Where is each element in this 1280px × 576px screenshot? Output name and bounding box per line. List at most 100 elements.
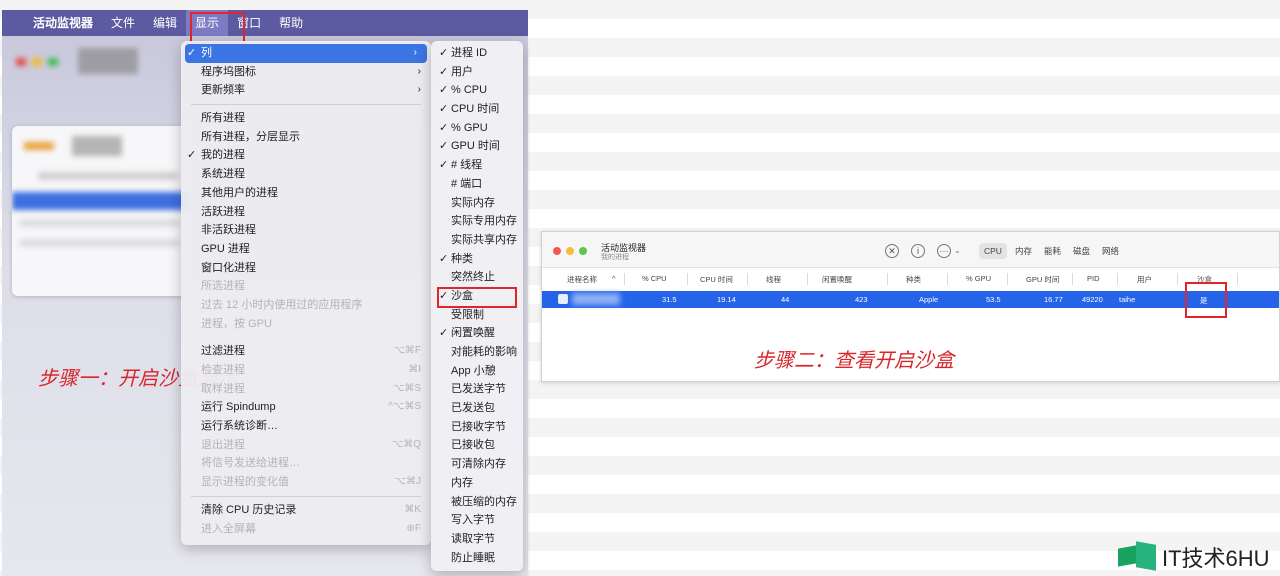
menu-file[interactable]: 文件: [102, 10, 144, 36]
column-submenu-item[interactable]: ✓% CPU: [431, 81, 523, 100]
column-submenu-item[interactable]: 内存: [431, 474, 523, 493]
column-header-kind[interactable]: 种类: [906, 274, 921, 285]
view-menu-item[interactable]: 系统进程: [181, 165, 431, 184]
view-menu-item-label: 运行 Spindump: [201, 401, 276, 414]
minimize-window-button[interactable]: [566, 247, 574, 255]
column-submenu-item[interactable]: ✓ 用户: [431, 63, 523, 82]
column-submenu-item[interactable]: ✓ 闲置唤醒: [431, 324, 523, 343]
view-menu-item[interactable]: 运行系统诊断…: [181, 417, 431, 436]
column-submenu-item-label: 用户: [451, 65, 473, 78]
cell-idle-wake: 423: [855, 295, 868, 304]
shortcut-label: ⌥⌘F: [393, 345, 421, 357]
column-submenu-item[interactable]: 已发送包: [431, 399, 523, 418]
table-row[interactable]: 31.5 19.14 44 423 Apple 53.5 16.77 49220…: [542, 291, 1279, 308]
view-menu-item[interactable]: 所有进程，分层显示: [181, 128, 431, 147]
view-menu-item: 所选进程: [181, 277, 431, 296]
column-submenu-item-label: 实际共享内存: [451, 233, 517, 246]
view-menu-item[interactable]: 活跃进程: [181, 203, 431, 222]
blurred-selected-row: [12, 192, 190, 210]
menu-edit[interactable]: 编辑: [144, 10, 186, 36]
column-submenu-item[interactable]: 实际专用内存: [431, 212, 523, 231]
tab-memory[interactable]: 内存: [1010, 243, 1037, 259]
view-menu-item[interactable]: 窗口化进程: [181, 259, 431, 278]
zoom-window-button[interactable]: [579, 247, 587, 255]
more-icon[interactable]: ···: [937, 244, 951, 258]
column-header-pid[interactable]: PID: [1087, 274, 1100, 283]
column-submenu-item[interactable]: 突然终止: [431, 268, 523, 287]
view-menu-item[interactable]: 程序坞图标 ›: [181, 63, 431, 82]
info-icon[interactable]: i: [911, 244, 925, 258]
column-submenu-item[interactable]: ✓ 进程 ID: [431, 44, 523, 63]
stop-icon[interactable]: ✕: [885, 244, 899, 258]
column-submenu-item-label: % CPU: [451, 84, 488, 97]
column-header-process-name[interactable]: 进程名称: [567, 274, 597, 285]
view-menu-item-label: 列: [201, 47, 212, 59]
tab-energy[interactable]: 能耗: [1039, 243, 1066, 259]
view-menu-item: 进程，按 GPU: [181, 315, 431, 334]
view-menu-item[interactable]: 更新频率 ›: [181, 81, 431, 100]
column-header-cpu[interactable]: % CPU: [642, 274, 667, 283]
column-header-gpu-time[interactable]: GPU 时间: [1026, 274, 1059, 285]
process-icon: [558, 294, 568, 304]
column-submenu-item[interactable]: 写入字节: [431, 511, 523, 530]
menu-separator: [191, 495, 421, 497]
column-submenu-item[interactable]: 读取字节: [431, 530, 523, 549]
cell-gpu: 53.5: [986, 295, 1001, 304]
column-header-gpu[interactable]: % GPU: [966, 274, 991, 283]
tab-disk[interactable]: 磁盘: [1068, 243, 1095, 259]
view-menu-item[interactable]: 所有进程: [181, 109, 431, 128]
checkmark-icon: ✓: [187, 149, 197, 162]
column-submenu-item-label: 可清除内存: [451, 458, 506, 471]
view-menu-item[interactable]: 运行 Spindump ^⌥⌘S: [181, 398, 431, 417]
column-submenu-item[interactable]: 被压缩的内存: [431, 493, 523, 512]
view-menu-item[interactable]: 非活跃进程: [181, 221, 431, 240]
column-submenu-item[interactable]: 防止睡眠: [431, 549, 523, 568]
view-menu-item[interactable]: 其他用户的进程: [181, 184, 431, 203]
view-menu-item[interactable]: ✓ 我的进程: [181, 146, 431, 165]
column-submenu-item-label: # 线程: [451, 159, 483, 172]
menu-help[interactable]: 帮助: [270, 10, 312, 36]
column-submenu-item[interactable]: 受限制: [431, 306, 523, 325]
column-submenu-item-label: 种类: [451, 252, 473, 265]
column-submenu-item[interactable]: 已接收包: [431, 436, 523, 455]
column-submenu-item[interactable]: 已发送字节: [431, 380, 523, 399]
chevron-right-icon: ›: [417, 84, 421, 96]
column-submenu-item[interactable]: 已接收字节: [431, 418, 523, 437]
view-menu-item[interactable]: 过滤进程 ⌥⌘F: [181, 342, 431, 361]
column-submenu-item[interactable]: App 小憩: [431, 362, 523, 381]
view-menu-item[interactable]: ✓ 列 ›: [185, 44, 427, 63]
column-submenu-item-label: 实际专用内存: [451, 215, 517, 228]
tab-cpu[interactable]: CPU: [979, 243, 1007, 259]
column-submenu-item[interactable]: ✓ 种类: [431, 250, 523, 269]
column-submenu-item[interactable]: ✓% GPU: [431, 119, 523, 138]
view-menu-item-label: 活跃进程: [201, 205, 245, 218]
column-header-threads[interactable]: 线程: [766, 274, 781, 285]
view-menu-item-label: 将信号发送给进程…: [201, 457, 300, 470]
view-menu-item-label: 检查进程: [201, 364, 245, 376]
column-submenu-item[interactable]: 实际共享内存: [431, 231, 523, 250]
close-window-button[interactable]: [553, 247, 561, 255]
view-menu-item-label: GPU 进程: [201, 242, 250, 255]
menu-app-name[interactable]: 活动监视器: [24, 10, 102, 36]
column-submenu-item[interactable]: ✓ GPU 时间: [431, 137, 523, 156]
cell-pid: 49220: [1082, 295, 1103, 304]
column-submenu-item[interactable]: 可清除内存: [431, 455, 523, 474]
column-header-user[interactable]: 用户: [1137, 274, 1152, 285]
column-submenu-item[interactable]: # 端口: [431, 175, 523, 194]
column-submenu-item[interactable]: 实际内存: [431, 194, 523, 213]
column-submenu-item[interactable]: ✓ CPU 时间: [431, 100, 523, 119]
column-header-idle-wake[interactable]: 闲置唤醒: [822, 274, 852, 285]
chevron-down-icon[interactable]: ⌄: [954, 246, 961, 255]
column-submenu-item-label: 闲置唤醒: [451, 327, 495, 340]
column-submenu-item[interactable]: 对能耗的影响: [431, 343, 523, 362]
column-header-cpu-time[interactable]: CPU 时间: [700, 274, 733, 285]
view-menu-item: 将信号发送给进程…: [181, 454, 431, 473]
column-submenu-item-label: 已接收包: [451, 439, 495, 452]
column-submenu-item[interactable]: ✓ # 线程: [431, 156, 523, 175]
view-menu-item[interactable]: 清除 CPU 历史记录 ⌘K: [181, 501, 431, 520]
window-toolbar: 活动监视器 我的进程 ✕ i ··· ⌄ CPU 内存 能耗 磁盘 网络: [542, 232, 1279, 268]
view-menu-item[interactable]: GPU 进程: [181, 240, 431, 259]
tab-network[interactable]: 网络: [1097, 243, 1124, 259]
checkmark-icon: ✓: [439, 159, 449, 172]
cell-cpu: 31.5: [662, 295, 677, 304]
